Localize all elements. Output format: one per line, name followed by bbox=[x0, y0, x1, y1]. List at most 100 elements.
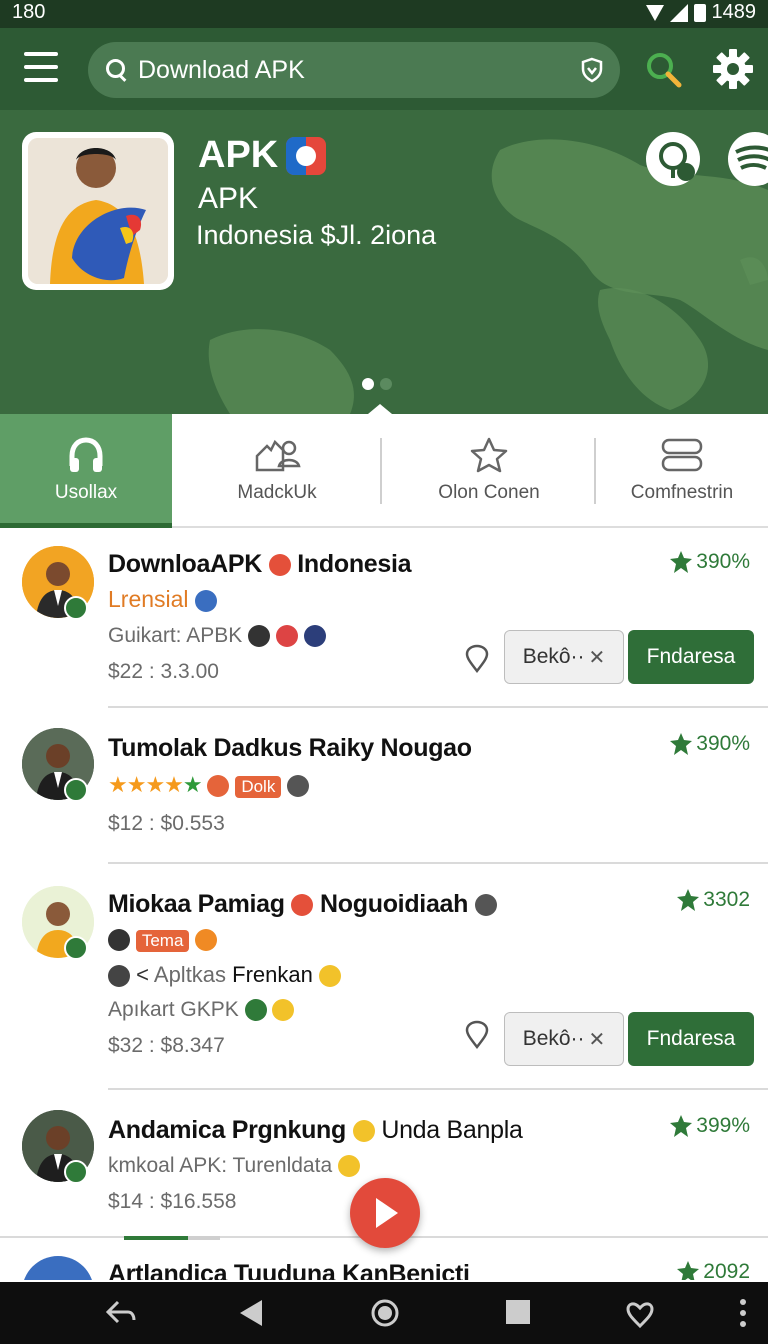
hero-title: APK bbox=[198, 134, 327, 177]
item-price: $32 : $8.347 bbox=[108, 1034, 225, 1057]
item-title-text: DownloaAPK bbox=[108, 550, 262, 578]
percent-text: 2092 bbox=[703, 1260, 750, 1280]
item-title: Tumolak Dadkus Raiky Nougao bbox=[108, 734, 472, 762]
recents-icon[interactable] bbox=[504, 1298, 532, 1326]
search-icon[interactable] bbox=[644, 50, 684, 90]
primary-button[interactable]: Fndaresa bbox=[628, 630, 754, 684]
back-arrow-icon[interactable] bbox=[104, 1298, 138, 1328]
system-nav-bar bbox=[0, 1282, 768, 1344]
item-title: Andamica Prgnkung Unda Banpla bbox=[108, 1116, 523, 1145]
item-percent: 2092 bbox=[677, 1260, 750, 1280]
tag-badge: Tema bbox=[135, 930, 190, 952]
alert-icon bbox=[291, 894, 314, 917]
flower-icon bbox=[268, 554, 291, 577]
location-pin-icon[interactable] bbox=[464, 1020, 490, 1050]
person-photo bbox=[28, 138, 168, 284]
tab-comfnestrin[interactable]: Comfnestrin bbox=[596, 414, 768, 526]
trophy-icon bbox=[337, 1155, 360, 1178]
hero-description: Indonesia $Jl. 2iona bbox=[196, 220, 437, 250]
item-title: Miokaa Pamiag Noguoidiaah bbox=[108, 890, 497, 919]
gear-icon[interactable] bbox=[712, 48, 754, 90]
user-avatar-mini bbox=[287, 775, 310, 798]
play-fab-button[interactable] bbox=[350, 1178, 420, 1248]
user-avatar-mini bbox=[194, 589, 217, 612]
ghost-icon bbox=[108, 965, 130, 988]
chevron-left-icon: < bbox=[136, 962, 149, 987]
hero-banner[interactable]: APK APK Indonesia $Jl. 2iona bbox=[0, 110, 768, 414]
button-label: Bekô·· bbox=[522, 645, 585, 668]
item-price: $22 : 3.3.00 bbox=[108, 660, 219, 683]
search-input[interactable] bbox=[138, 55, 580, 85]
apk-logo-icon bbox=[286, 136, 327, 175]
secondary-button[interactable]: Bekô·· ✕ bbox=[504, 630, 624, 684]
spotify-icon[interactable] bbox=[728, 132, 768, 186]
location-pin-icon[interactable] bbox=[464, 644, 490, 674]
primary-button[interactable]: Fndaresa bbox=[628, 1012, 754, 1066]
item-subtitle: Guikart: APBK bbox=[108, 624, 326, 648]
avatar bbox=[22, 1256, 94, 1280]
battery-icon bbox=[693, 3, 706, 22]
badge-star-icon bbox=[677, 889, 700, 911]
hero-subtitle: APK bbox=[198, 182, 259, 215]
item-percent: 399% bbox=[670, 1114, 750, 1138]
user-avatar-mini bbox=[108, 929, 130, 952]
fire-icon bbox=[207, 775, 230, 798]
item-title-tail: Indonesia bbox=[297, 550, 412, 578]
hero-title-text: APK bbox=[198, 134, 279, 176]
badge-star-icon bbox=[670, 551, 693, 573]
item-subtitle: kmkoal APK: Turenldata bbox=[108, 1154, 360, 1178]
link-icon: ✕ bbox=[588, 1028, 606, 1051]
back-triangle-icon[interactable] bbox=[236, 1298, 264, 1328]
item-price: $14 : $16.558 bbox=[108, 1190, 237, 1213]
scroll-indicator bbox=[124, 1236, 220, 1240]
user-avatar-mini bbox=[248, 625, 271, 648]
subtitle-text: Apıkart GKPK bbox=[108, 998, 239, 1021]
user-badge-icon[interactable] bbox=[646, 132, 700, 186]
tab-label: Usollax bbox=[54, 482, 118, 503]
verified-badge-icon bbox=[64, 936, 88, 960]
tab-notch bbox=[368, 404, 392, 414]
item-title-tail: Noguoidiaah bbox=[320, 890, 469, 918]
badge-star-icon bbox=[670, 1115, 693, 1137]
refresh-icon bbox=[244, 999, 267, 1022]
star-icon bbox=[470, 437, 508, 473]
carousel-dot[interactable] bbox=[380, 378, 392, 390]
item-line2: < Apltkas Frenkan bbox=[108, 962, 342, 988]
item-percent: 3302 bbox=[677, 888, 750, 912]
trophy-icon bbox=[319, 965, 342, 988]
featured-app-image[interactable] bbox=[22, 132, 174, 290]
home-icon[interactable] bbox=[370, 1298, 400, 1328]
carousel-dot-active[interactable] bbox=[362, 378, 374, 390]
item-title-text: Miokaa Pamiag bbox=[108, 890, 285, 918]
tab-usollax[interactable]: Usollax bbox=[0, 414, 172, 528]
search-bar[interactable] bbox=[88, 42, 620, 98]
badge-star-icon bbox=[670, 733, 693, 755]
item-title-text: Andamica Prgnkung bbox=[108, 1116, 346, 1144]
carousel-dots[interactable] bbox=[362, 378, 392, 390]
user-avatar-mini bbox=[303, 625, 326, 648]
tab-label: Olon Conen bbox=[438, 482, 540, 503]
percent-text: 399% bbox=[696, 1114, 750, 1137]
headphones-icon bbox=[69, 437, 103, 472]
tab-madckuk[interactable]: MadckUk bbox=[172, 414, 382, 526]
button-label: Bekô·· bbox=[522, 1027, 585, 1050]
hamburger-icon[interactable] bbox=[24, 52, 58, 82]
assistant-icon[interactable] bbox=[624, 1298, 656, 1330]
divider bbox=[108, 706, 768, 708]
shield-icon[interactable] bbox=[580, 57, 604, 83]
tab-label: Comfnestrin bbox=[630, 482, 734, 503]
secondary-button[interactable]: Bekô·· ✕ bbox=[504, 1012, 624, 1066]
tab-olon-conen[interactable]: Olon Conen bbox=[382, 414, 596, 526]
divider bbox=[108, 862, 768, 864]
item-percent: 390% bbox=[670, 550, 750, 574]
stack-icon bbox=[661, 438, 703, 472]
item-tags: Tema bbox=[108, 928, 218, 952]
badge-star-icon bbox=[677, 1261, 700, 1280]
tab-bar: Usollax MadckUk Olon Conen Comfnestrin bbox=[0, 414, 768, 528]
line2-text: Apltkas bbox=[153, 962, 227, 987]
emoji-icon bbox=[272, 999, 295, 1022]
user-avatar-mini bbox=[474, 894, 497, 917]
item-subtitle: Apıkart GKPK bbox=[108, 998, 295, 1022]
more-vertical-icon[interactable] bbox=[738, 1298, 748, 1328]
item-rating: ★★★★★ Dolk bbox=[108, 772, 310, 798]
